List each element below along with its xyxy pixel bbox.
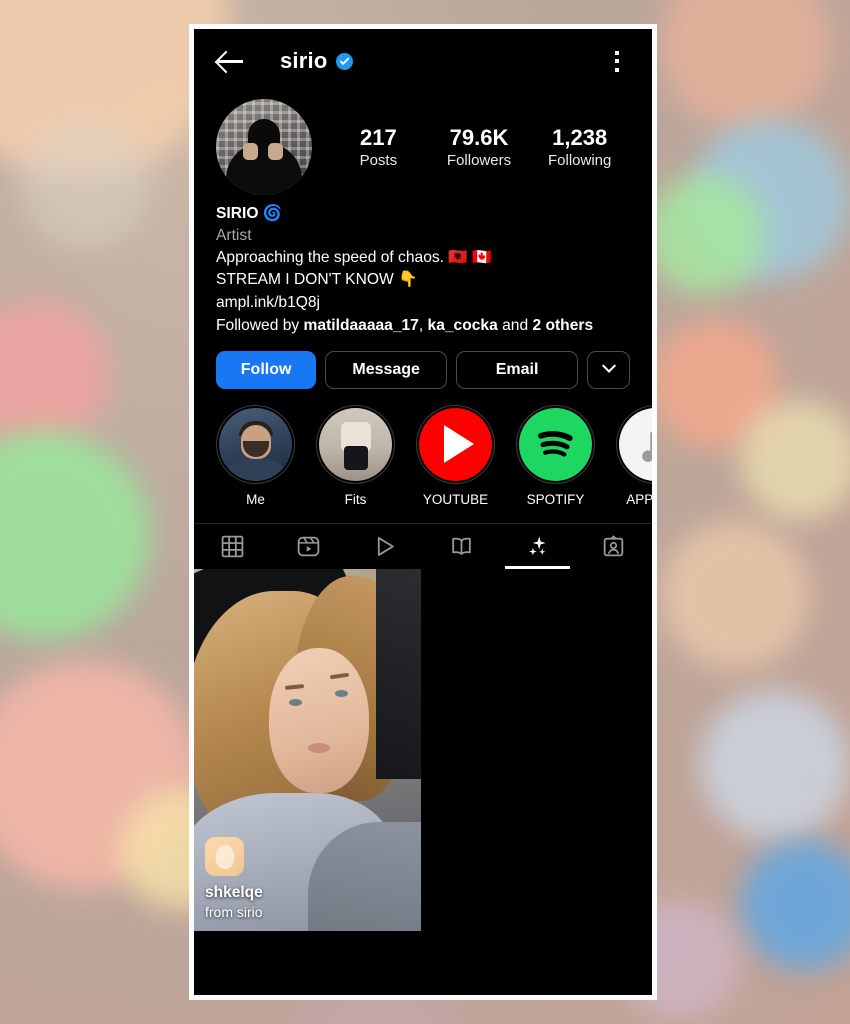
reels-icon bbox=[297, 536, 320, 557]
stat-following[interactable]: 1,238 Following bbox=[529, 125, 630, 170]
mutual-others: 2 others bbox=[532, 316, 594, 334]
profile-title: sirio bbox=[280, 48, 354, 74]
app-bar: sirio bbox=[194, 29, 652, 93]
thumb-shorts bbox=[343, 445, 368, 470]
back-arrow-icon[interactable] bbox=[216, 46, 246, 76]
thumb-shirt bbox=[224, 458, 287, 481]
tab-tagged[interactable] bbox=[576, 524, 652, 569]
followed-by-prefix: Followed by bbox=[216, 316, 304, 334]
chevron-down-icon bbox=[601, 358, 616, 373]
message-button[interactable]: Message bbox=[325, 350, 448, 389]
highlight-label: SPOTIFY bbox=[526, 491, 585, 507]
post-subject-eye bbox=[334, 690, 348, 698]
tab-ai-sparkles[interactable] bbox=[499, 524, 575, 569]
highlight-apple-music[interactable]: APPLE M bbox=[616, 404, 652, 507]
sparkles-icon bbox=[529, 536, 546, 556]
post-thumbnail[interactable]: shkelqe from sirio bbox=[194, 568, 421, 931]
followed-by-mid: and bbox=[497, 316, 533, 334]
stat-label: Following bbox=[547, 152, 612, 170]
tab-reels[interactable] bbox=[270, 524, 346, 569]
email-button[interactable]: Email bbox=[456, 350, 578, 389]
story-highlights-row: Me Fits YOUTUBE SPOTIFY AP bbox=[194, 389, 652, 507]
followed-by-text[interactable]: Followed by matildaaaaa_17, ka_cocka and… bbox=[216, 315, 630, 337]
profile-tab-bar bbox=[194, 522, 652, 569]
stat-followers[interactable]: 79.6K Followers bbox=[429, 125, 530, 170]
post-bg-dark bbox=[375, 568, 421, 779]
followed-by-sep: , bbox=[418, 316, 428, 334]
avatar-shape bbox=[215, 844, 234, 869]
more-options-button[interactable] bbox=[587, 350, 630, 389]
photo-thumbnail bbox=[219, 407, 292, 481]
stat-value: 79.6K bbox=[449, 124, 509, 150]
profile-username: sirio bbox=[280, 48, 328, 73]
stat-label: Followers bbox=[446, 152, 512, 170]
play-triangle bbox=[444, 425, 474, 464]
overflow-menu-icon[interactable] bbox=[604, 46, 630, 76]
phone-frame: sirio 217 Posts 79.6K Followers 1,238 Fo… bbox=[189, 24, 657, 1000]
apple-music-icon bbox=[619, 407, 652, 481]
post-subject-lips bbox=[307, 742, 330, 753]
bokeh-circle bbox=[0, 300, 110, 450]
youtube-play-icon bbox=[419, 407, 492, 481]
profile-stats-row: 217 Posts 79.6K Followers 1,238 Followin… bbox=[194, 93, 652, 195]
tab-guides[interactable] bbox=[423, 524, 499, 569]
highlight-ring bbox=[416, 404, 495, 484]
stats-group: 217 Posts 79.6K Followers 1,238 Followin… bbox=[328, 125, 630, 170]
bio-line-2: STREAM I DON'T KNOW 👇 bbox=[216, 271, 418, 289]
book-icon bbox=[451, 537, 471, 555]
highlight-fits[interactable]: Fits bbox=[316, 404, 395, 507]
mutual-follower-1: matildaaaaa_17 bbox=[303, 316, 419, 334]
highlight-ring bbox=[316, 404, 395, 484]
user-avatar-thumbnail[interactable] bbox=[205, 837, 244, 877]
tab-video[interactable] bbox=[347, 524, 423, 569]
bio-display-name: SIRIO 🌀 bbox=[216, 205, 283, 222]
highlight-ring bbox=[216, 404, 295, 484]
bio-line-1: Approaching the speed of chaos. 🇦🇱 🇨🇦 bbox=[216, 249, 492, 267]
bokeh-circle bbox=[0, 430, 150, 640]
post-subject-face bbox=[268, 648, 369, 794]
highlight-ring bbox=[616, 404, 652, 484]
stat-posts[interactable]: 217 Posts bbox=[328, 125, 429, 170]
bokeh-circle bbox=[660, 0, 830, 130]
highlight-ring bbox=[516, 404, 595, 484]
tagged-person-icon bbox=[604, 535, 624, 557]
bio-link[interactable]: ampl.ink/b1Q8j bbox=[216, 292, 630, 314]
highlight-youtube[interactable]: YOUTUBE bbox=[416, 404, 495, 507]
bokeh-circle bbox=[660, 520, 810, 670]
highlight-me[interactable]: Me bbox=[216, 404, 295, 507]
bokeh-circle bbox=[740, 400, 850, 520]
avatar-hand bbox=[268, 143, 283, 160]
highlight-spotify[interactable]: SPOTIFY bbox=[516, 404, 595, 507]
post-username[interactable]: shkelqe bbox=[205, 883, 263, 902]
bokeh-circle bbox=[700, 690, 850, 840]
action-buttons-row: Follow Message Email bbox=[194, 337, 652, 389]
avatar-hand bbox=[243, 143, 258, 160]
profile-bio: SIRIO 🌀 Artist Approaching the speed of … bbox=[194, 195, 652, 337]
bokeh-circle bbox=[20, 120, 150, 250]
stat-value: 217 bbox=[359, 124, 397, 150]
post-grid: shkelqe from sirio bbox=[194, 568, 652, 931]
grid-icon bbox=[221, 535, 243, 558]
spotify-icon bbox=[519, 407, 592, 481]
post-subtitle: from sirio bbox=[205, 903, 263, 920]
photo-thumbnail bbox=[319, 407, 392, 481]
play-icon bbox=[378, 536, 395, 556]
follow-button[interactable]: Follow bbox=[216, 350, 317, 389]
highlight-label: APPLE M bbox=[626, 491, 652, 507]
bokeh-circle bbox=[645, 175, 765, 295]
bio-category: Artist bbox=[216, 227, 252, 245]
stat-label: Posts bbox=[359, 152, 398, 170]
mutual-follower-2: ka_cocka bbox=[427, 316, 498, 334]
tab-grid[interactable] bbox=[194, 524, 270, 569]
highlight-label: YOUTUBE bbox=[422, 491, 489, 507]
stat-value: 1,238 bbox=[552, 124, 608, 150]
highlight-label: Fits bbox=[344, 491, 367, 507]
highlight-label: Me bbox=[246, 491, 265, 507]
instagram-profile-screen: sirio 217 Posts 79.6K Followers 1,238 Fo… bbox=[194, 29, 652, 995]
verified-badge-icon bbox=[336, 52, 354, 70]
profile-avatar[interactable] bbox=[216, 99, 312, 195]
post-caption: shkelqe from sirio bbox=[205, 837, 263, 921]
bokeh-circle bbox=[740, 840, 850, 970]
post-grid-empty bbox=[421, 568, 652, 931]
